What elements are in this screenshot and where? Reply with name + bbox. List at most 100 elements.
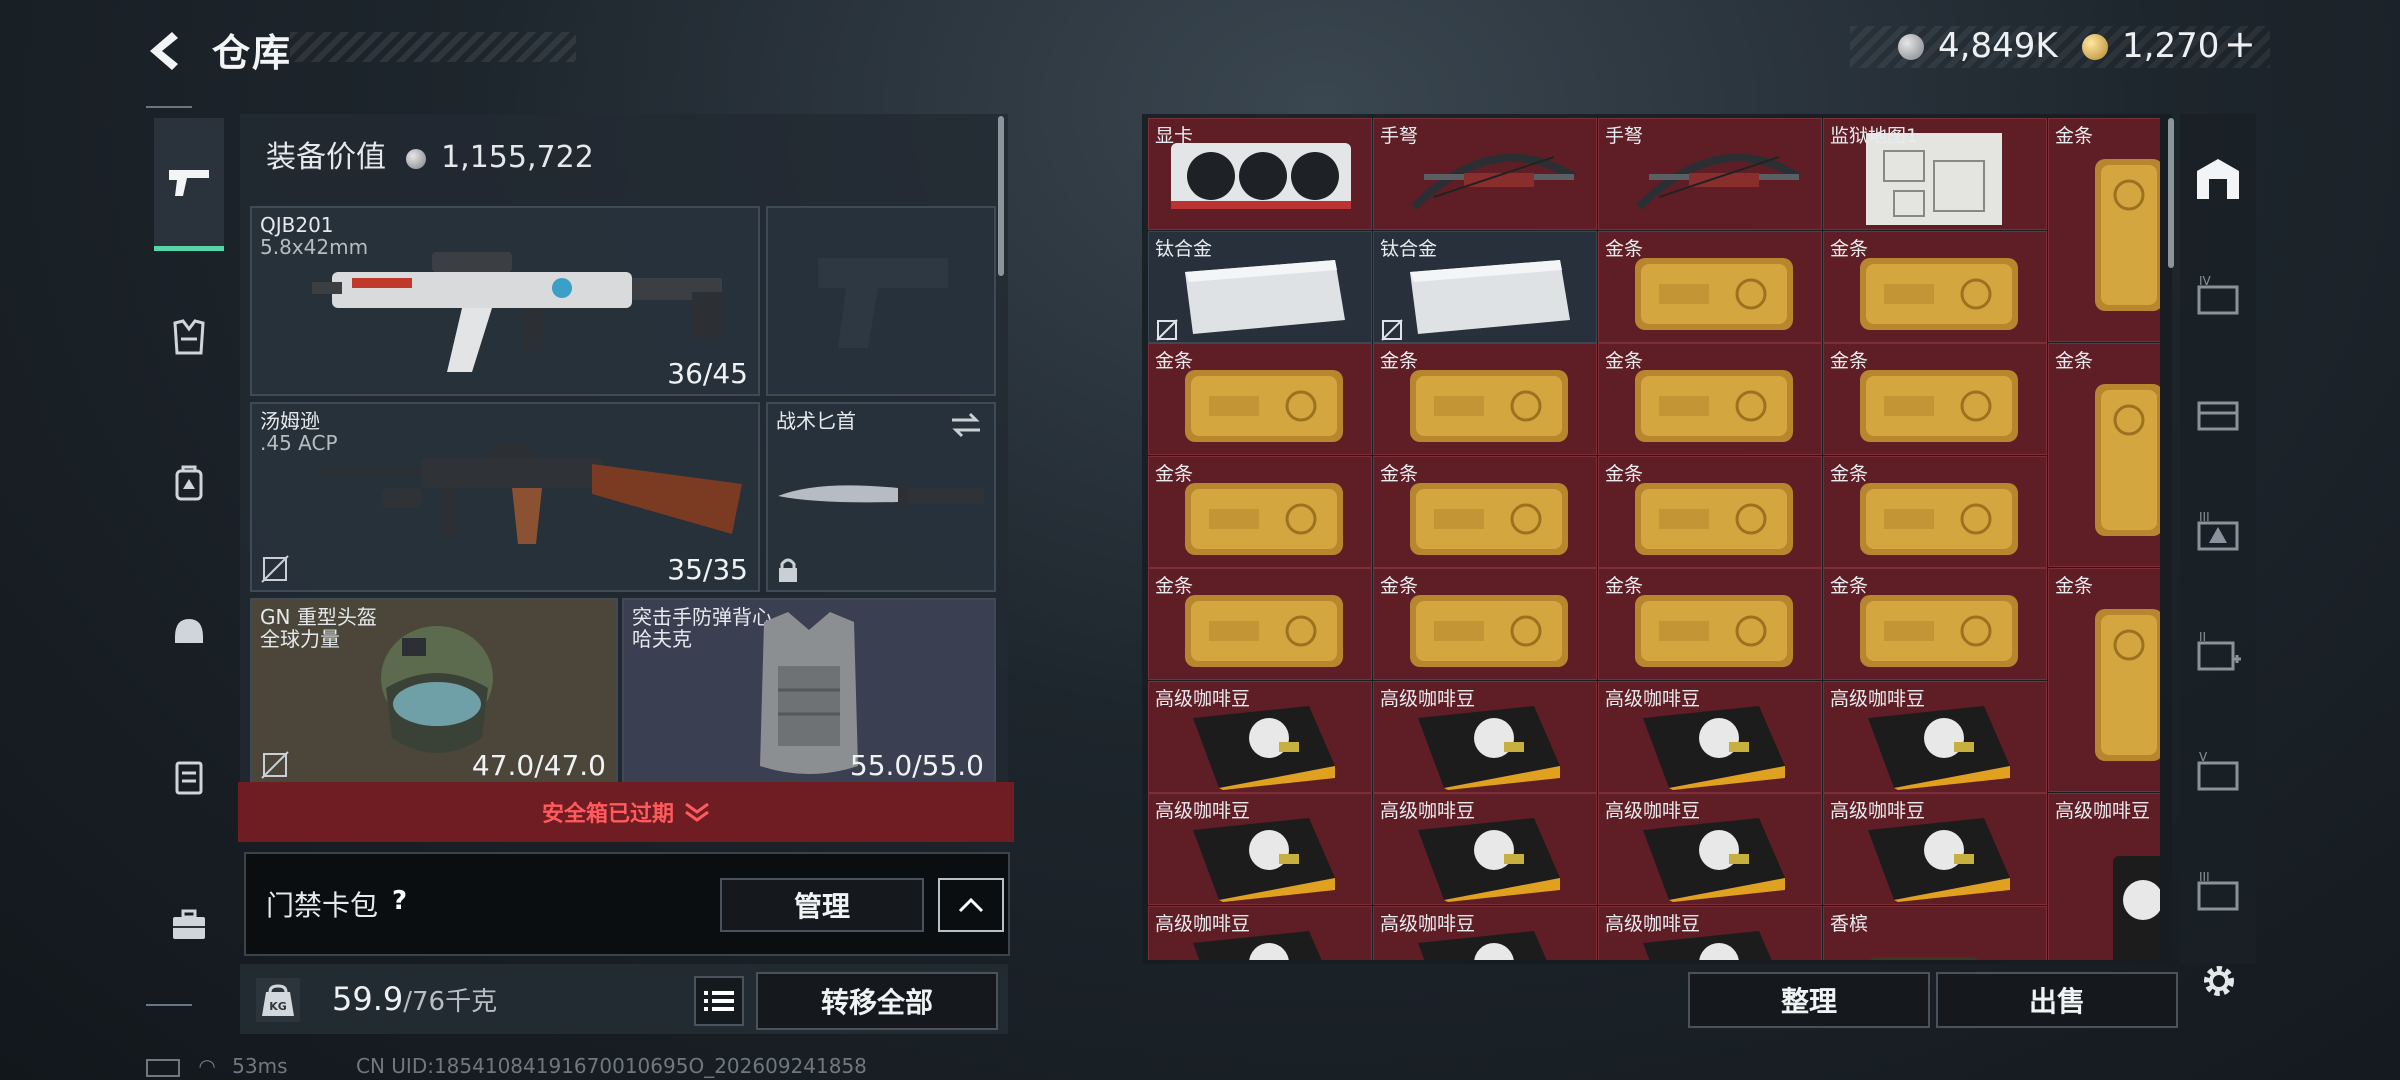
manage-button[interactable]: 管理 [720,878,924,932]
nav-item-backpack[interactable] [154,448,224,518]
gold-bar-icon [1635,595,1793,667]
item-name: 高级咖啡豆 [2055,800,2151,822]
settings-button[interactable] [2192,954,2246,1008]
storage-item-cell[interactable]: 钛合金 [1373,230,1597,343]
storage-item-cell[interactable]: 金条 [1823,568,2047,680]
storage-item-cell[interactable]: 高级咖啡豆 [1373,680,1597,793]
storage-item-cell[interactable]: 金条 [1148,568,1372,680]
chevron-up-icon [958,897,984,913]
storage-item-cell[interactable]: 金条 [1148,343,1372,455]
storage-item-cell[interactable]: 金条 [1823,455,2047,568]
storage-item-cell[interactable]: 金条 [2048,343,2160,567]
svg-text:KG: KG [269,1000,287,1013]
nav-item-weapons[interactable] [154,118,224,251]
storage-item-cell[interactable]: 高级咖啡豆 [1148,905,1372,960]
coffee-beans-icon [1418,705,1560,790]
add-storage-ii-icon: II [2197,630,2241,671]
add-currency-button[interactable]: + [2224,22,2256,66]
storage-item-cell[interactable]: 高级咖啡豆 [1148,793,1372,905]
collapse-button[interactable] [938,878,1004,932]
primary-weapon-slot[interactable]: QJB201 5.8x42mm 36/45 [250,206,760,396]
nav-item-toolbox[interactable] [154,890,224,960]
storage-item-cell[interactable]: 高级咖啡豆 [1598,793,1822,905]
status-bar: ◠ 53ms [146,1054,288,1078]
coffee-beans-icon [1868,818,2010,902]
tab-storage-iii-b[interactable]: III [2186,860,2250,924]
storage-item-cell[interactable]: 显卡 [1148,118,1372,230]
ping-value: 53ms [232,1054,288,1078]
storage-item-cell[interactable]: 高级咖啡豆 [1148,680,1372,793]
storage-item-cell[interactable]: 高级咖啡豆 [2048,793,2160,960]
melee-slot[interactable]: 战术匕首 [766,402,996,592]
svg-text:IV: IV [2199,274,2212,288]
storage-item-cell[interactable]: 金条 [1823,343,2047,455]
item-name: 高级咖啡豆 [1830,687,1926,710]
storage-item-cell[interactable]: 手弩 [1373,118,1597,230]
svg-text:V: V [2199,750,2208,764]
storage-item-cell[interactable]: 金条 [1373,343,1597,455]
equipment-scrollbar[interactable] [998,116,1004,276]
clipboard-icon [175,761,203,795]
no-insurance-icon [261,751,289,779]
helmet-slot[interactable]: GN 重型头盔 全球力量 47.0/47.0 [250,598,618,788]
durability: 47.0/47.0 [471,749,606,782]
item-name: 高级咖啡豆 [1380,912,1476,935]
ammo-count: 36/45 [667,357,748,390]
double-chevron-down-icon [685,802,709,822]
item-name: 高级咖啡豆 [1605,800,1701,822]
nav-item-vest[interactable] [154,302,224,372]
armor-slot[interactable]: 突击手防弹背心 哈夫克 55.0/55.0 [622,598,996,788]
tab-storage-iv[interactable]: IV [2186,264,2250,328]
storage-item-cell[interactable]: 高级咖啡豆 [1823,680,2047,793]
storage-item-cell[interactable]: 高级咖啡豆 [1373,793,1597,905]
item-name: 高级咖啡豆 [1605,912,1701,935]
storage-item-cell[interactable]: 金条 [1598,230,1822,343]
storage-item-cell[interactable]: 金条 [1598,455,1822,568]
gold-bar-icon [1860,257,2018,330]
storage-item-cell[interactable]: 香槟 [1823,905,2047,960]
storage-item-cell[interactable]: 金条 [2048,118,2160,342]
storage-item-cell[interactable]: 高级咖啡豆 [1373,905,1597,960]
storage-item-cell[interactable]: 监狱地图1 [1823,118,2047,230]
storage-item-cell[interactable]: 高级咖啡豆 [1823,793,2047,905]
storage-item-cell[interactable]: 手弩 [1598,118,1822,230]
nav-item-helmet[interactable] [154,596,224,666]
storage-item-cell[interactable]: 金条 [1598,568,1822,680]
storage-item-cell[interactable]: 金条 [1148,455,1372,568]
item-name: 手弩 [1605,125,1644,147]
transfer-all-button[interactable]: 转移全部 [756,972,998,1030]
storage-item-cell[interactable]: 金条 [2048,568,2160,792]
silver-coin-icon [1898,34,1924,60]
secondary-weapon-slot[interactable]: 汤姆逊 .45 ACP 35/35 [250,402,760,592]
storage-item-cell[interactable]: 金条 [1373,568,1597,680]
gold-coin-icon [2082,34,2108,60]
help-icon[interactable]: ? [392,886,407,916]
safebox-expired-banner[interactable]: 安全箱已过期 [238,782,1014,842]
item-name: 高级咖啡豆 [1380,800,1476,822]
storage-item-cell[interactable]: 高级咖啡豆 [1598,680,1822,793]
storage-item-cell[interactable]: 高级咖啡豆 [1598,905,1822,960]
tab-storage-v[interactable]: V [2186,740,2250,804]
swap-icon[interactable] [950,412,982,438]
storage-item-cell[interactable]: 金条 [1823,230,2047,343]
tab-warehouse[interactable] [2186,146,2250,210]
back-arrow-icon[interactable] [142,28,188,74]
storage-item-cell[interactable]: 金条 [1598,343,1822,455]
tab-storage-iii[interactable]: III [2186,500,2250,564]
storage-item-cell[interactable]: 钛合金 [1148,230,1372,343]
storage-grid: 显卡 手弩 手弩 监狱地图1 金条 钛合金 钛合金 金条 金条 金条 金条 金条 金条 金条 金条 金条 金条金… [1148,118,2160,960]
list-view-button[interactable] [694,976,744,1026]
item-name: 高级咖啡豆 [1830,800,1926,822]
storage-scrollbar[interactable] [2168,118,2174,268]
tab-storage-box[interactable] [2186,380,2250,444]
item-name: 钛合金 [1380,237,1438,260]
weight-icon: KG [256,978,300,1022]
sell-button[interactable]: 出售 [1936,972,2178,1028]
storage-item-cell[interactable]: 金条 [1373,455,1597,568]
tab-storage-ii-add[interactable]: II [2186,620,2250,684]
nav-item-case[interactable] [154,742,224,812]
user-id: CN UID:18541084191670010695О_20260924185… [356,1054,867,1078]
silver-coin-icon [405,149,426,169]
sort-button[interactable]: 整理 [1688,972,1930,1028]
sidearm-slot[interactable] [766,206,996,396]
